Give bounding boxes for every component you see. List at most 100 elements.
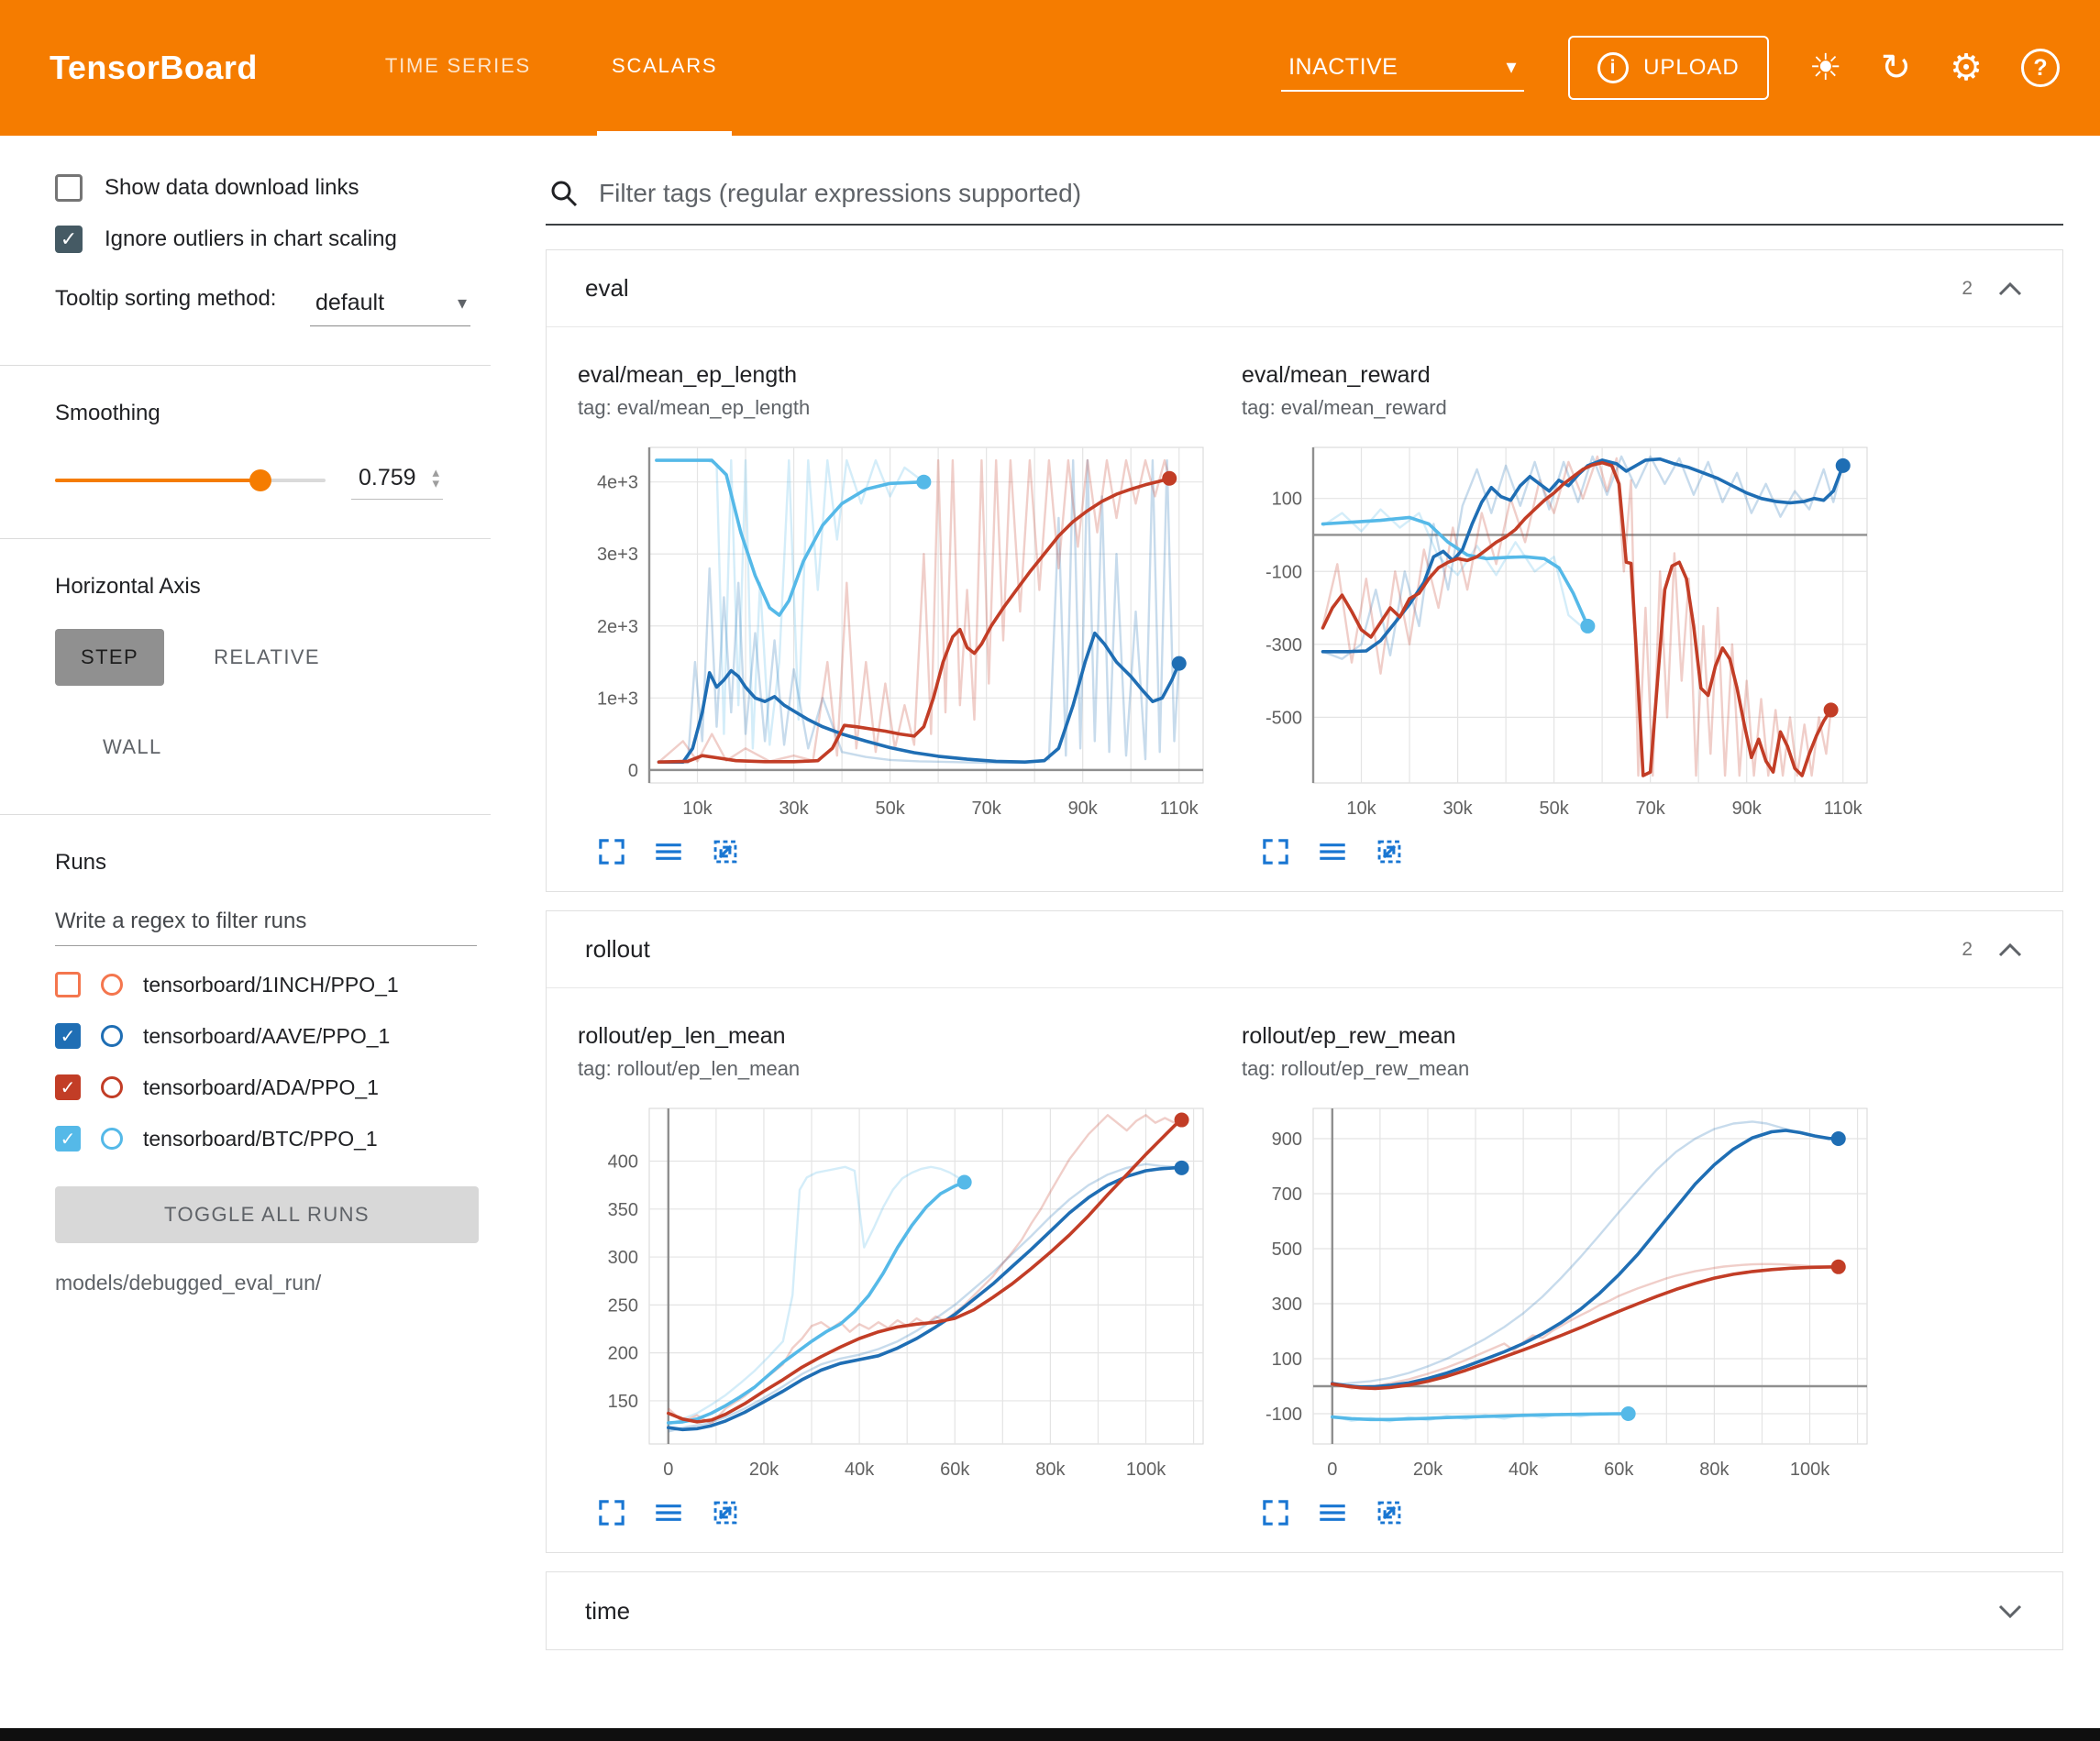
svg-text:50k: 50k: [875, 799, 905, 819]
section-title: rollout: [585, 935, 1962, 964]
toggle-all-runs-button[interactable]: TOGGLE ALL RUNS: [55, 1186, 479, 1243]
section-header[interactable]: rollout2: [547, 911, 2062, 988]
fit-domain-icon[interactable]: [710, 1497, 741, 1528]
svg-text:500: 500: [1272, 1240, 1302, 1260]
status-dropdown[interactable]: INACTIVE ▾: [1281, 45, 1524, 92]
fit-domain-icon[interactable]: [1374, 1497, 1405, 1528]
tooltip-sorting-value: default: [315, 290, 384, 316]
checkbox-label: Show data download links: [105, 175, 359, 201]
run-table-icon[interactable]: [1317, 836, 1348, 867]
bottom-bar: [0, 1728, 2100, 1741]
expand-chart-icon[interactable]: [1260, 836, 1291, 867]
svg-text:100: 100: [1272, 1350, 1302, 1370]
runs-directory-path: models/debugged_eval_run/: [55, 1271, 518, 1295]
chart-canvas[interactable]: 020k40k60k80k100k150200250300350400: [578, 1096, 1220, 1488]
chart-card: eval/mean_ep_lengthtag: eval/mean_ep_len…: [578, 362, 1220, 867]
chart-tag: tag: rollout/ep_rew_mean: [1242, 1057, 1884, 1081]
chart-canvas[interactable]: 020k40k60k80k100k-100100300500700900: [1242, 1096, 1884, 1488]
fit-domain-icon[interactable]: [1374, 836, 1405, 867]
refresh-icon[interactable]: ↻: [1881, 50, 1912, 86]
chart-toolbar: [1242, 836, 1884, 867]
chart-canvas[interactable]: 10k30k50k70k90k110k100-100-300-500: [1242, 435, 1884, 827]
axis-relative-button[interactable]: RELATIVE: [188, 629, 346, 686]
svg-text:10k: 10k: [682, 799, 713, 819]
tooltip-sorting-label: Tooltip sorting method:: [55, 284, 293, 314]
svg-text:90k: 90k: [1068, 799, 1099, 819]
chevron-up-icon[interactable]: [1996, 941, 2024, 959]
chart-card: rollout/ep_rew_meantag: rollout/ep_rew_m…: [1242, 1023, 1884, 1528]
svg-text:4e+3: 4e+3: [597, 473, 638, 493]
smoothing-value-box[interactable]: 0.759 ▴ ▾: [351, 461, 443, 500]
svg-text:0: 0: [663, 1460, 673, 1480]
spinner-down-icon[interactable]: ▾: [432, 479, 439, 489]
run-row: tensorboard/1INCH/PPO_1: [55, 972, 518, 997]
svg-text:40k: 40k: [845, 1460, 875, 1480]
filter-tags-row: [546, 178, 2063, 226]
section-card-time: time: [546, 1571, 2063, 1650]
section-body: eval/mean_ep_lengthtag: eval/mean_ep_len…: [547, 327, 2062, 891]
svg-text:2e+3: 2e+3: [597, 617, 638, 637]
expand-chart-icon[interactable]: [596, 1497, 627, 1528]
upload-button[interactable]: i UPLOAD: [1568, 36, 1769, 100]
chart-toolbar: [1242, 1497, 1884, 1528]
smoothing-value: 0.759: [359, 465, 416, 491]
tab-bar: TIME SERIES SCALARS: [345, 0, 757, 136]
number-spinner[interactable]: ▴ ▾: [432, 468, 439, 489]
smoothing-slider[interactable]: [55, 479, 326, 482]
svg-text:300: 300: [1272, 1295, 1302, 1315]
filter-tags-input[interactable]: [597, 178, 2060, 209]
section-header[interactable]: eval2: [547, 250, 2062, 327]
tag-sections: eval2 eval/mean_ep_lengthtag: eval/mean_e…: [546, 249, 2063, 1650]
section-card-eval: eval2 eval/mean_ep_lengthtag: eval/mean_e…: [546, 249, 2063, 892]
svg-text:70k: 70k: [972, 799, 1002, 819]
sidebar-checkbox-row: Show data download links: [55, 174, 518, 202]
run-color-swatch: [101, 1128, 123, 1150]
chevron-up-icon[interactable]: [1996, 280, 2024, 298]
svg-text:110k: 110k: [1824, 799, 1863, 819]
svg-text:50k: 50k: [1539, 799, 1569, 819]
chart-title: eval/mean_ep_length: [578, 362, 1220, 389]
run-table-icon[interactable]: [653, 1497, 684, 1528]
tab-scalars[interactable]: SCALARS: [597, 0, 732, 136]
svg-text:20k: 20k: [1413, 1460, 1443, 1480]
svg-text:40k: 40k: [1509, 1460, 1539, 1480]
svg-text:900: 900: [1272, 1129, 1302, 1150]
svg-text:60k: 60k: [1604, 1460, 1634, 1480]
svg-text:60k: 60k: [940, 1460, 970, 1480]
expand-chart-icon[interactable]: [1260, 1497, 1291, 1528]
axis-wall-button[interactable]: WALL: [77, 719, 188, 776]
tooltip-sorting-select[interactable]: default ▾: [310, 284, 470, 326]
help-icon[interactable]: ?: [2021, 49, 2060, 87]
settings-gear-icon[interactable]: ⚙: [1950, 50, 1983, 86]
run-checkbox[interactable]: ✓: [55, 1126, 81, 1151]
run-label: tensorboard/BTC/PPO_1: [143, 1127, 378, 1151]
smoothing-slider-thumb[interactable]: [249, 469, 271, 491]
svg-text:70k: 70k: [1636, 799, 1666, 819]
run-table-icon[interactable]: [1317, 1497, 1348, 1528]
brightness-icon[interactable]: ☀: [1809, 50, 1842, 86]
run-checkbox[interactable]: ✓: [55, 1023, 81, 1049]
section-card-rollout: rollout2rollout/ep_len_meantag: rollout/…: [546, 910, 2063, 1553]
run-checkbox[interactable]: [55, 972, 81, 997]
fit-domain-icon[interactable]: [710, 836, 741, 867]
svg-text:3e+3: 3e+3: [597, 545, 638, 565]
checkbox[interactable]: [55, 174, 83, 202]
svg-text:-100: -100: [1266, 1405, 1302, 1425]
run-table-icon[interactable]: [653, 836, 684, 867]
chevron-down-icon[interactable]: [1996, 1602, 2024, 1620]
expand-chart-icon[interactable]: [596, 836, 627, 867]
svg-text:350: 350: [608, 1200, 638, 1220]
runs-filter-input[interactable]: [55, 905, 477, 946]
svg-text:-300: -300: [1266, 635, 1302, 656]
section-header[interactable]: time: [547, 1572, 2062, 1649]
header: TensorBoard TIME SERIESSCALARS INACTIVE …: [0, 0, 2100, 136]
chart-canvas[interactable]: 10k30k50k70k90k110k01e+32e+33e+34e+3: [578, 435, 1220, 827]
svg-text:-500: -500: [1266, 708, 1302, 728]
axis-step-button[interactable]: STEP: [55, 629, 164, 686]
svg-text:80k: 80k: [1699, 1460, 1730, 1480]
smoothing-slider-fill: [55, 479, 260, 482]
tab-time-series[interactable]: TIME SERIES: [370, 0, 546, 136]
run-checkbox[interactable]: ✓: [55, 1074, 81, 1100]
checkbox[interactable]: ✓: [55, 226, 83, 253]
section-count: 2: [1962, 939, 1973, 961]
